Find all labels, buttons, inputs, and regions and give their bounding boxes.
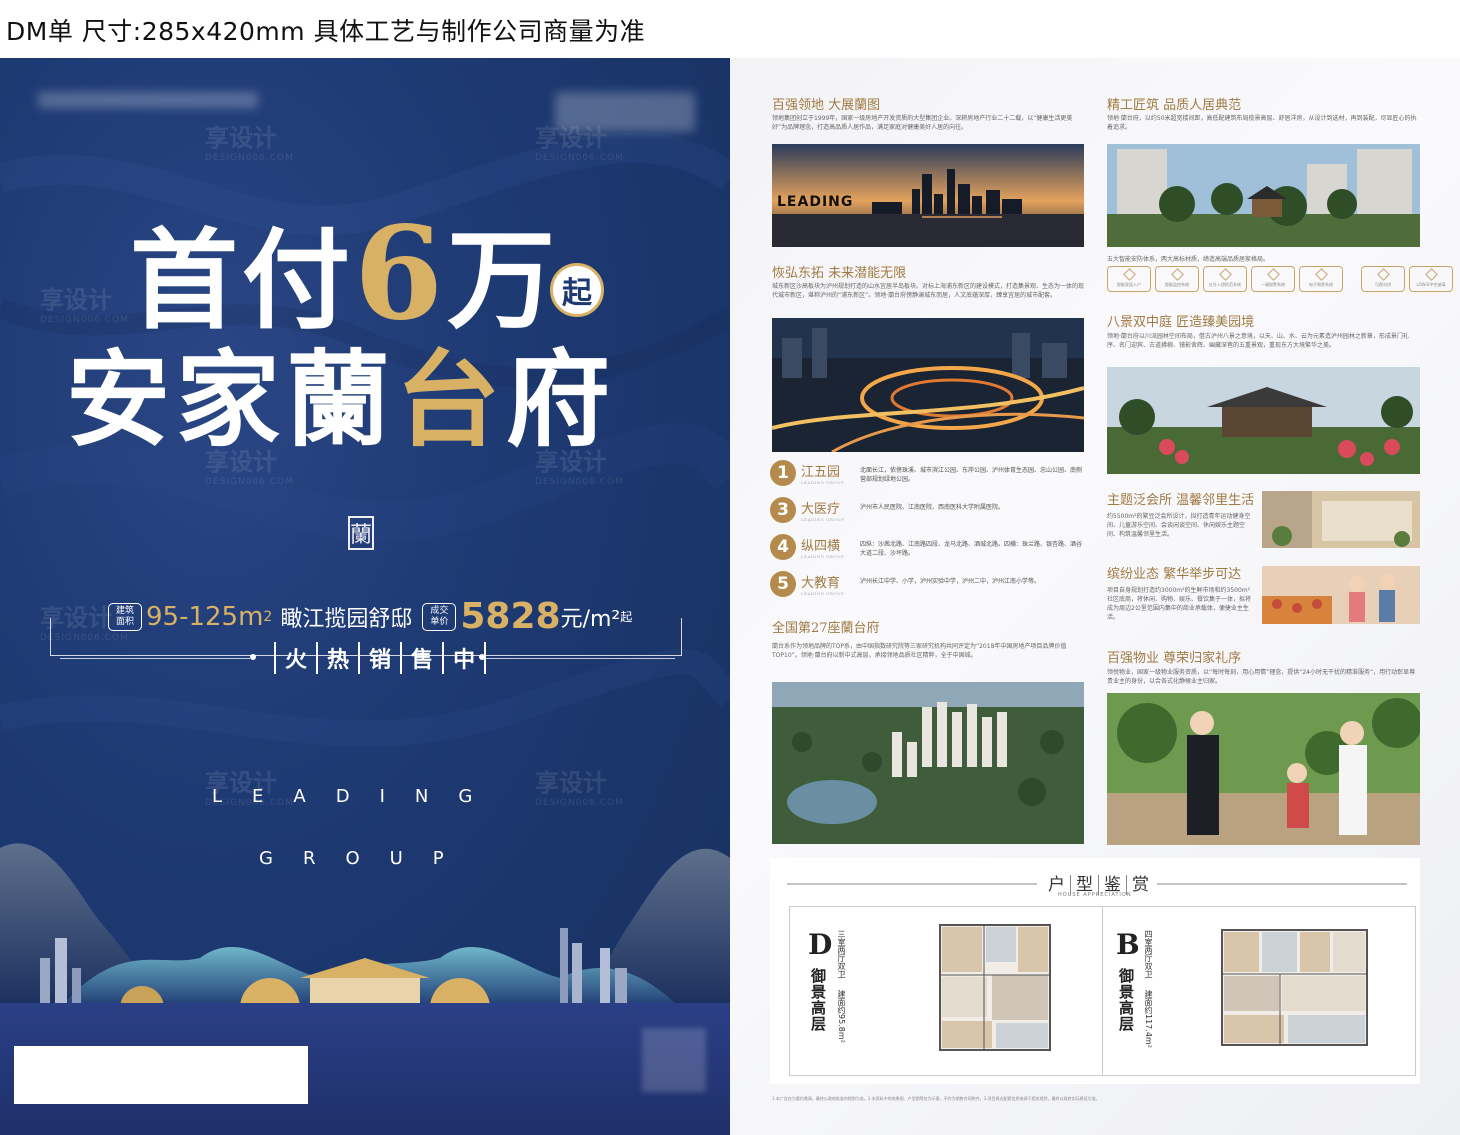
plan-name: 御景高层 — [809, 968, 827, 1032]
plan-b-drawing — [1221, 929, 1368, 1046]
section-title: 百强物业 尊荣归家礼序 — [1107, 651, 1242, 666]
plan-letter: B — [1116, 928, 1140, 961]
feature-item: 3 大医疗 LEADING GROUP 泸州市人民医院、江南医院、西南医科大学附属医… — [770, 497, 1004, 523]
watermark: 享设计DESIGN006.COM — [535, 124, 624, 163]
security-icons: 智能家居入户 智能监控系统 红外入侵防范系统 一键报警系统 电子周界系统 可视对… — [1107, 266, 1453, 292]
section-text: 项目自身规划打造约3000m²的生鲜市场和约3500m²社区底商，将休闲、购物、… — [1107, 587, 1252, 621]
plan-letter: D — [808, 928, 833, 961]
property-service-photo — [1107, 693, 1420, 845]
clubhouse-photo — [1262, 491, 1420, 548]
feature-item: 1 江五园 LEADING GROUP 北面长江，依傍珠溪、城市滨江公园、东岸公园、… — [770, 460, 1082, 486]
city-skyline-photo: LEADING — [772, 144, 1084, 247]
legal-footnote: 1.本广告仅为要约邀请，最终以政府批准的规划为准。2.本资料中的效果图、户型图等… — [772, 1096, 1100, 1101]
watermark: 享设计DESIGN006.COM — [205, 124, 294, 163]
intercom-icon: 可视对讲 — [1361, 266, 1405, 292]
slogan: 瞰江揽园舒邸 — [280, 606, 413, 632]
plan-layout: 三室两厅双卫 — [837, 930, 846, 978]
monitor-icon: 智能监控系统 — [1155, 266, 1199, 292]
highway-night-photo — [772, 318, 1084, 452]
hot-sale-label: 火热销售中 — [274, 642, 487, 674]
area-tag: 建筑 面积 — [108, 602, 142, 631]
floor-plan-subtitle: HOUSE APPRECIATION — [1058, 892, 1132, 898]
plan-area: 建面约117.4m² — [1144, 990, 1153, 1048]
size-range: 95-125m — [146, 601, 264, 632]
section-text: 蘭台系作为领地品牌的TOP系，由中国指数研究院等三家研究机构共同评定为“2018… — [772, 643, 1067, 659]
price-unit: 元/m² — [560, 606, 621, 632]
seal-logo: 蘭 — [348, 516, 374, 550]
courtyard-garden-photo — [1107, 144, 1420, 247]
blurred-brand-logo — [38, 92, 258, 108]
contact-placeholder — [14, 1046, 308, 1104]
aerial-community-photo — [772, 682, 1084, 844]
infrared-icon: 红外入侵防范系统 — [1203, 266, 1247, 292]
section-title: 主题泛会所 温馨邻里生活 — [1107, 493, 1255, 508]
plan-name: 御景高层 — [1117, 968, 1135, 1032]
section-title: 精工匠筑 品质人居典范 — [1107, 98, 1242, 113]
poster-front: 享设计 DESIGN006.COM 享设计 DESIGN006.COM 享设计 DES… — [0, 58, 730, 1135]
spec-line: 建筑 面积 95-125m 2 瞰江揽园舒邸 成交 单价 5828 元/m² 起 — [108, 596, 632, 637]
price-value: 5828 — [460, 596, 561, 637]
smart-home-icon: 智能家居入户 — [1107, 266, 1151, 292]
headline-project-name: 安家蘭台府 — [66, 338, 617, 461]
qi-badge: 起 — [550, 263, 604, 317]
glass-icon: LOW-E中空玻璃 — [1409, 266, 1453, 292]
alarm-icon: 一键报警系统 — [1251, 266, 1295, 292]
watermark: 享设计DESIGN006.COM — [40, 286, 129, 325]
section-title: 全国第27座蘭台府 — [772, 621, 880, 636]
feature-item: 4 纵四横 LEADING GROUP 四纵：沙茜北路、江南路四段、龙马北路、酒城北… — [770, 534, 1082, 560]
shopping-photo — [1262, 566, 1420, 624]
section-text: 领地集团创立于1999年，国家一级房地产开发资质的大型集团企业。深耕房地产行业二… — [772, 115, 1073, 131]
leading-text: LEADING — [212, 786, 503, 807]
section-title: 八景双中庭 匠造臻美园境 — [1107, 315, 1255, 330]
plan-d-drawing — [939, 924, 1051, 1051]
headline-down-payment: 首付6万 — [130, 199, 560, 349]
section-title: 缤纷业态 繁华举步可达 — [1107, 567, 1242, 582]
qr-code — [642, 1028, 706, 1092]
divider — [485, 658, 675, 659]
watermark: 享设计DESIGN006.COM — [535, 769, 624, 808]
section-text: 城东新区沙高板块为泸州规划打造的山水宜居半岛板块。对标上海浦东新区的建设模式，打… — [772, 283, 1084, 299]
section-text: 领地·蘭台府，以约50米超宽楼间距，高低配建筑布局揽景高层、舒居洋房，从设计到选… — [1107, 115, 1417, 131]
price-tag: 成交 单价 — [422, 602, 457, 631]
plan-layout: 四室两厅双卫 — [1144, 930, 1153, 978]
leading-photo-text: LEADING — [777, 194, 854, 210]
divider-dot — [250, 654, 256, 660]
plan-area: 建面约95.8m² — [837, 990, 846, 1043]
section-title: 恢弘东拓 未来潜能无限 — [772, 266, 907, 281]
pavilion-garden-photo — [1107, 367, 1420, 474]
divider — [60, 658, 250, 659]
section-text: 领悦物业，国家一级物业服务资质，以“每时每刻，用心用情”理念，提供“24小时无干… — [1107, 669, 1416, 685]
section-title: 百强领地 大展蘭图 — [772, 98, 881, 113]
feature-item: 5 大教育 LEADING GROUP 泸州长江中学、小学，泸州实验中学，泸州二中，… — [770, 571, 1040, 597]
section-text: 领地·蘭台府以川派园林空间布局，借古泸州八景之意境，以天、山、水、云为元素造泸州… — [1107, 333, 1409, 349]
spec-caption: DM单 尺寸:285x420mm 具体工艺与制作公司商量为准 — [6, 17, 646, 46]
perimeter-icon: 电子周界系统 — [1299, 266, 1343, 292]
security-caption: 五大智能安防体系，两大高标材质，缔造高端品质居家格局。 — [1107, 256, 1270, 263]
section-text: 约5500m²的繁豆泛会所设计，拟打造青年运动健身空间、儿童游乐空间、会谈闲谈空… — [1107, 513, 1251, 538]
